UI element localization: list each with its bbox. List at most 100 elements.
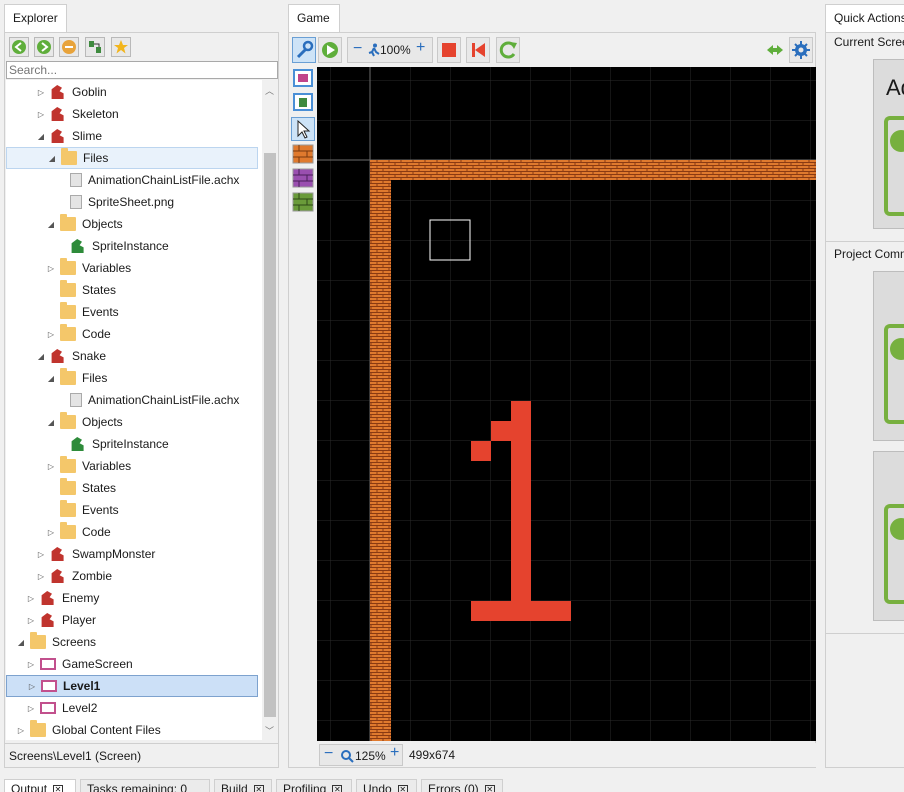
close-icon[interactable]: ✕ bbox=[253, 785, 264, 792]
tree-item[interactable]: States bbox=[6, 279, 258, 301]
zoom-in-bottom-icon[interactable]: + bbox=[390, 744, 399, 762]
tree-item[interactable]: Events bbox=[6, 499, 258, 521]
stop-button[interactable] bbox=[437, 37, 461, 63]
tree-item[interactable]: ◢ Slime bbox=[6, 125, 258, 147]
magnifier-icon bbox=[341, 750, 354, 763]
collapsed-arrow-icon[interactable]: ▷ bbox=[26, 704, 36, 713]
expanded-arrow-icon[interactable]: ◢ bbox=[47, 154, 57, 163]
camera-bounds-button[interactable] bbox=[291, 67, 315, 89]
collapsed-arrow-icon[interactable]: ▷ bbox=[26, 594, 36, 603]
refresh-button[interactable] bbox=[496, 37, 520, 63]
bottom-tab[interactable]: Build ✕ bbox=[214, 779, 272, 792]
tree-item[interactable]: SpriteInstance bbox=[6, 433, 258, 455]
tree-item[interactable]: ◢ Objects bbox=[6, 411, 258, 433]
brick-tile-green-button[interactable] bbox=[291, 191, 315, 213]
collapsed-arrow-icon[interactable]: ▷ bbox=[36, 550, 46, 559]
bottom-tab-label: Undo bbox=[363, 782, 392, 792]
back-button[interactable] bbox=[9, 37, 29, 57]
collapsed-arrow-icon[interactable]: ▷ bbox=[46, 264, 56, 273]
tab-game[interactable]: Game bbox=[288, 4, 340, 33]
bottom-tab[interactable]: Tasks remaining: 0✕ bbox=[80, 779, 210, 792]
tree-item[interactable]: ◢ Files bbox=[6, 147, 258, 169]
tree-item[interactable]: ▷ Zombie bbox=[6, 565, 258, 587]
close-icon[interactable]: ✕ bbox=[397, 785, 408, 792]
entity-icon bbox=[51, 85, 64, 99]
tree-item[interactable]: ▷ SwampMonster bbox=[6, 543, 258, 565]
close-icon[interactable]: ✕ bbox=[53, 785, 64, 792]
tree-item[interactable]: ▷ GameScreen bbox=[6, 653, 258, 675]
bottom-tab[interactable]: Profiling ✕ bbox=[276, 779, 352, 792]
scroll-thumb[interactable] bbox=[264, 153, 276, 717]
explorer-tree[interactable]: ▷ Goblin ▷ Skeleton ◢ Slime ◢ Files AnimationCha… bbox=[6, 80, 262, 740]
scroll-up-icon[interactable]: ︿ bbox=[265, 84, 274, 97]
collapsed-arrow-icon[interactable]: ▷ bbox=[46, 528, 56, 537]
explorer-scrollbar[interactable]: ︿ ﹀ bbox=[262, 80, 278, 740]
tree-item[interactable]: ▷ Player bbox=[6, 609, 258, 631]
forward-button[interactable] bbox=[34, 37, 54, 57]
tab-explorer[interactable]: Explorer bbox=[4, 4, 67, 33]
collapsed-arrow-icon[interactable]: ▷ bbox=[16, 726, 26, 735]
filter-button[interactable] bbox=[85, 37, 105, 57]
expanded-arrow-icon[interactable]: ◢ bbox=[36, 132, 46, 141]
collapsed-arrow-icon[interactable]: ▷ bbox=[46, 330, 56, 339]
project-command-card-2[interactable] bbox=[873, 451, 904, 621]
expanded-arrow-icon[interactable]: ◢ bbox=[46, 418, 56, 427]
screenshot-button[interactable] bbox=[291, 91, 315, 113]
tree-item[interactable]: ▷ Variables bbox=[6, 455, 258, 477]
tree-item[interactable]: ▷ Goblin bbox=[6, 81, 258, 103]
tree-item[interactable]: AnimationChainListFile.achx bbox=[6, 389, 258, 411]
favorite-button[interactable] bbox=[111, 37, 131, 57]
expanded-arrow-icon[interactable]: ◢ bbox=[16, 638, 26, 647]
tree-item[interactable]: ▷ Level1 bbox=[6, 675, 258, 697]
tree-item[interactable]: ◢ Objects bbox=[6, 213, 258, 235]
close-icon[interactable]: ✕ bbox=[484, 785, 495, 792]
select-tool-button[interactable] bbox=[291, 117, 315, 141]
tree-item[interactable]: ▷ Enemy bbox=[6, 587, 258, 609]
tree-item[interactable]: AnimationChainListFile.achx bbox=[6, 169, 258, 191]
tree-item[interactable]: ▷ Level2 bbox=[6, 697, 258, 719]
project-command-card-1[interactable] bbox=[873, 271, 904, 441]
brick-tile-purple-button[interactable] bbox=[291, 167, 315, 189]
bottom-tab[interactable]: Undo ✕ bbox=[356, 779, 417, 792]
expanded-arrow-icon[interactable]: ◢ bbox=[46, 374, 56, 383]
collapsed-arrow-icon[interactable]: ▷ bbox=[46, 462, 56, 471]
tab-quick-actions[interactable]: Quick Actions bbox=[825, 4, 904, 33]
bottom-tab[interactable]: Output ✕ bbox=[4, 779, 76, 792]
current-screen-card[interactable]: Ad bbox=[873, 59, 904, 229]
tree-item[interactable]: Events bbox=[6, 301, 258, 323]
expanded-arrow-icon[interactable]: ◢ bbox=[36, 352, 46, 361]
tree-item[interactable]: SpriteSheet.png bbox=[6, 191, 258, 213]
edit-mode-button[interactable] bbox=[292, 37, 316, 63]
collapse-button[interactable] bbox=[59, 37, 79, 57]
tree-item[interactable]: States bbox=[6, 477, 258, 499]
settings-button[interactable] bbox=[789, 37, 813, 63]
tree-item[interactable]: ▷ Global Content Files bbox=[6, 719, 258, 740]
close-icon[interactable]: ✕ bbox=[332, 785, 343, 792]
expanded-arrow-icon[interactable]: ◢ bbox=[46, 220, 56, 229]
collapsed-arrow-icon[interactable]: ▷ bbox=[36, 110, 46, 119]
brick-tile-orange-button[interactable] bbox=[291, 143, 315, 165]
zoom-out-bottom-icon[interactable]: − bbox=[324, 745, 333, 763]
tree-item[interactable]: SpriteInstance bbox=[6, 235, 258, 257]
zoom-out-icon[interactable]: − bbox=[353, 40, 362, 58]
collapsed-arrow-icon[interactable]: ▷ bbox=[36, 88, 46, 97]
tree-item[interactable]: ◢ Screens bbox=[6, 631, 258, 653]
tree-item[interactable]: ▷ Variables bbox=[6, 257, 258, 279]
collapsed-arrow-icon[interactable]: ▷ bbox=[36, 572, 46, 581]
tree-item[interactable]: ◢ Snake bbox=[6, 345, 258, 367]
tree-item[interactable]: ▷ Skeleton bbox=[6, 103, 258, 125]
explorer-search-input[interactable] bbox=[6, 61, 278, 79]
bottom-tab[interactable]: Errors (0) ✕ bbox=[421, 779, 503, 792]
collapsed-arrow-icon[interactable]: ▷ bbox=[26, 616, 36, 625]
collapsed-arrow-icon[interactable]: ▷ bbox=[26, 660, 36, 669]
tree-item[interactable]: ▷ Code bbox=[6, 323, 258, 345]
tree-item[interactable]: ▷ Code bbox=[6, 521, 258, 543]
scroll-down-icon[interactable]: ﹀ bbox=[265, 724, 274, 737]
collapsed-arrow-icon[interactable]: ▷ bbox=[27, 682, 37, 691]
play-button[interactable] bbox=[318, 37, 342, 63]
tree-item[interactable]: ◢ Files bbox=[6, 367, 258, 389]
tree-item-label: SpriteSheet.png bbox=[88, 195, 175, 209]
zoom-in-icon[interactable]: + bbox=[416, 39, 425, 57]
restart-button[interactable] bbox=[466, 37, 490, 63]
game-canvas[interactable] bbox=[317, 67, 816, 741]
